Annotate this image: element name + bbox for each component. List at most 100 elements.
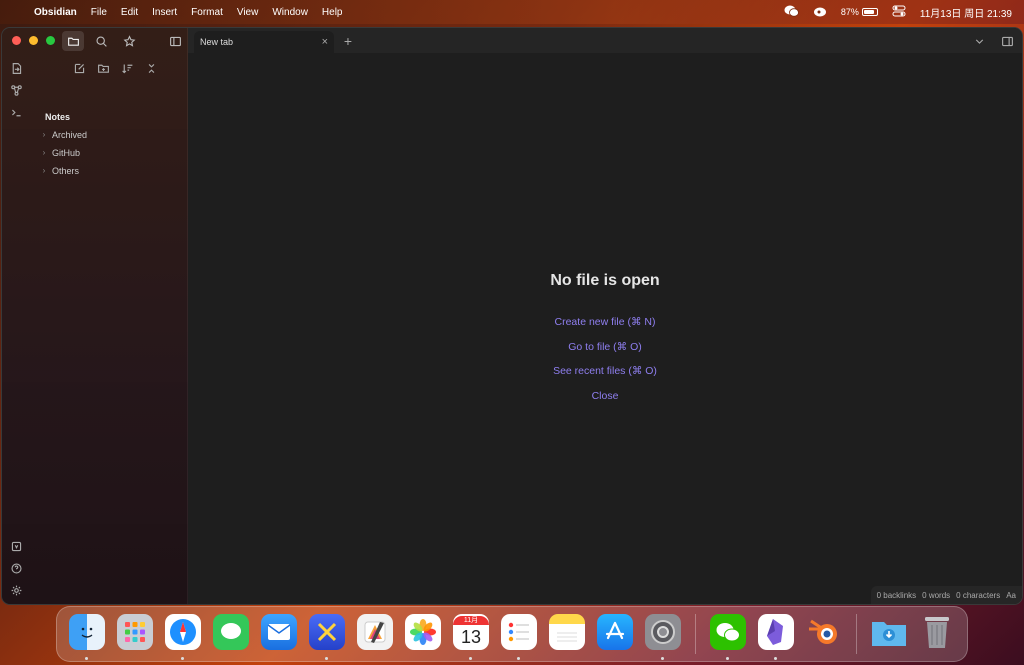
vault-switcher-button[interactable] (5, 536, 27, 556)
new-folder-button[interactable] (92, 58, 114, 78)
dock-blender[interactable] (804, 614, 844, 654)
chevron-down-icon (975, 38, 983, 44)
word-count: 0 words (922, 590, 951, 600)
edit-icon (74, 63, 84, 73)
dock-wechat[interactable] (708, 614, 748, 660)
battery-icon (861, 8, 878, 16)
left-sidebar: Notes › Archived › GitHub › Others (2, 28, 188, 604)
folder-others[interactable]: › Others (38, 162, 184, 180)
sidebar-left-icon (169, 36, 181, 46)
menu-window[interactable]: Window (272, 7, 308, 18)
tab-list-button[interactable] (968, 31, 990, 51)
search-view-button[interactable] (90, 31, 112, 51)
menu-help[interactable]: Help (322, 7, 343, 18)
dock-launchpad[interactable] (115, 614, 155, 654)
menu-clock[interactable]: 11月13日 周日 21:39 (920, 5, 1012, 20)
font-toggle[interactable]: Aa (1006, 591, 1016, 600)
zoom-window-button[interactable] (46, 36, 55, 45)
menu-edit[interactable]: Edit (121, 7, 138, 18)
reminders-icon (501, 614, 537, 650)
empty-state: No file is open Create new file (⌘ N) Go… (188, 272, 1022, 408)
menu-insert[interactable]: Insert (152, 7, 177, 18)
bookmarks-view-button[interactable] (118, 31, 140, 51)
dock-calendar[interactable]: 11月 13 (451, 614, 491, 660)
open-quick-switcher-button[interactable] (5, 58, 27, 78)
search-icon (95, 35, 107, 47)
sort-order-button[interactable] (116, 58, 138, 78)
dock-dev-tools[interactable] (307, 614, 347, 660)
calendar-month: 11月 (453, 615, 489, 625)
file-explorer-toolbar (68, 58, 162, 78)
obsidian-window: Notes › Archived › GitHub › Others New t… (1, 27, 1023, 605)
dock-mail[interactable] (259, 614, 299, 654)
toggle-right-sidebar-button[interactable] (996, 31, 1018, 51)
go-to-file-link[interactable]: Go to file (⌘ O) (188, 335, 1022, 360)
dock-photos[interactable] (403, 614, 443, 654)
new-note-button[interactable] (68, 58, 90, 78)
calendar-icon: 11月 13 (453, 614, 489, 650)
dock-notes[interactable] (547, 614, 587, 654)
dock-separator (856, 614, 857, 654)
settings-button[interactable] (5, 580, 27, 600)
collapse-all-button[interactable] (140, 58, 162, 78)
wechat-tray-icon[interactable] (784, 5, 799, 20)
dock-safari[interactable] (163, 614, 203, 660)
running-indicator (661, 657, 664, 660)
toggle-left-sidebar-button[interactable] (164, 31, 186, 51)
dock-downloads-folder[interactable] (869, 614, 909, 654)
wechat-icon (710, 614, 746, 650)
open-graph-view-button[interactable] (5, 80, 27, 100)
ribbon (2, 58, 30, 595)
backlinks-count[interactable]: 0 backlinks (877, 591, 917, 600)
files-view-button[interactable] (62, 31, 84, 51)
open-command-palette-button[interactable] (5, 102, 27, 122)
photos-icon (405, 614, 441, 650)
new-tab-button[interactable]: + (338, 31, 358, 51)
weibo-tray-icon[interactable] (813, 5, 827, 20)
finder-icon (69, 614, 105, 650)
obsidian-icon (758, 614, 794, 650)
dock-reminders[interactable] (499, 614, 539, 660)
chevron-right-icon: › (42, 130, 46, 139)
dock-pixelmator[interactable] (355, 614, 395, 654)
star-icon (123, 34, 135, 47)
dock-app-store[interactable] (595, 614, 635, 654)
menu-app-name[interactable]: Obsidian (34, 7, 77, 18)
create-new-file-link[interactable]: Create new file (⌘ N) (188, 310, 1022, 335)
minimize-window-button[interactable] (29, 36, 38, 45)
battery-status[interactable]: 87% (841, 7, 878, 17)
vault-root[interactable]: Notes (38, 108, 184, 126)
dock-finder[interactable] (67, 614, 107, 660)
menu-format[interactable]: Format (191, 7, 223, 18)
folder-archived[interactable]: › Archived (38, 126, 184, 144)
file-switch-icon (12, 62, 21, 74)
chevron-right-icon: › (42, 148, 46, 157)
control-center-icon[interactable] (892, 5, 906, 20)
sort-icon (121, 63, 132, 73)
tab-new-tab[interactable]: New tab × (194, 31, 334, 53)
see-recent-files-link[interactable]: See recent files (⌘ O) (188, 359, 1022, 384)
close-tab-icon[interactable]: × (322, 36, 328, 48)
collapse-icon (148, 63, 154, 73)
folder-github[interactable]: › GitHub (38, 144, 184, 162)
dock-obsidian[interactable] (756, 614, 796, 660)
menu-view[interactable]: View (237, 7, 259, 18)
launchpad-icon (117, 614, 153, 650)
graph-icon (10, 84, 22, 96)
dock-trash[interactable] (917, 614, 957, 654)
main-workspace: New tab × + No file is open Create new f… (188, 28, 1022, 604)
dock-messages[interactable] (211, 614, 251, 654)
empty-state-title: No file is open (550, 272, 660, 289)
dock-system-settings[interactable] (643, 614, 683, 660)
help-button[interactable] (5, 558, 27, 578)
character-count: 0 characters (956, 590, 1001, 600)
close-window-button[interactable] (12, 36, 21, 45)
running-indicator (726, 657, 729, 660)
gear-icon (11, 585, 21, 595)
close-link[interactable]: Close (188, 384, 1022, 409)
messages-icon (213, 614, 249, 650)
vault-icon (11, 541, 21, 551)
menu-file[interactable]: File (91, 7, 107, 18)
terminal-icon (11, 109, 21, 116)
settings-gear-icon (645, 614, 681, 650)
